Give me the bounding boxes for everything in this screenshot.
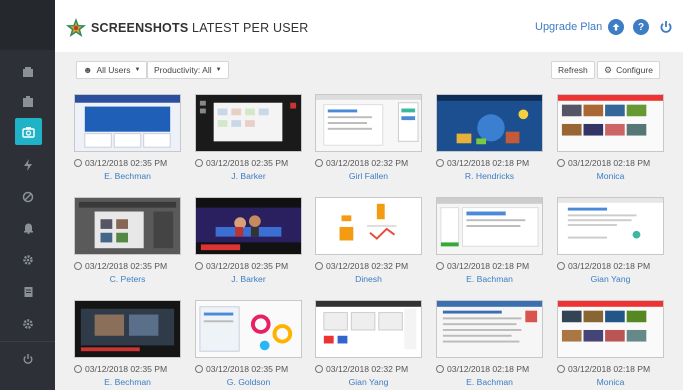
screenshot-timestamp: 03/12/2018 02:18 PM bbox=[436, 364, 558, 374]
user-icon: ☻ bbox=[83, 65, 93, 75]
user-link[interactable]: E. Bechman bbox=[74, 377, 181, 387]
sidebar-divider bbox=[0, 341, 55, 342]
screenshot-timestamp: 03/12/2018 02:32 PM bbox=[315, 364, 437, 374]
clock-icon bbox=[557, 159, 565, 167]
upgrade-plan-link[interactable]: Upgrade Plan bbox=[535, 21, 602, 33]
clock-icon bbox=[436, 365, 444, 373]
chevron-down-icon: ▼ bbox=[134, 67, 141, 73]
screenshot-timestamp: 03/12/2018 02:35 PM bbox=[74, 158, 196, 168]
refresh-label: Refresh bbox=[558, 65, 588, 75]
user-link[interactable]: J. Barker bbox=[195, 274, 302, 284]
settings-icon[interactable] bbox=[17, 250, 39, 270]
screenshot-timestamp: 03/12/2018 02:35 PM bbox=[74, 364, 196, 374]
screenshot-timestamp: 03/12/2018 02:18 PM bbox=[557, 261, 679, 271]
screenshot-thumbnail[interactable] bbox=[557, 94, 664, 152]
user-link[interactable]: Gian Yang bbox=[315, 377, 422, 387]
clock-icon bbox=[436, 159, 444, 167]
refresh-button[interactable]: Refresh bbox=[551, 61, 595, 79]
clock-icon bbox=[195, 159, 203, 167]
clock-icon bbox=[74, 365, 82, 373]
screenshot-timestamp: 03/12/2018 02:32 PM bbox=[315, 158, 437, 168]
screenshot-timestamp: 03/12/2018 02:18 PM bbox=[557, 364, 679, 374]
users-filter-dropdown[interactable]: ☻ All Users ▼ bbox=[76, 61, 148, 79]
user-link[interactable]: E. Bechman bbox=[74, 171, 181, 181]
page-title: SCREENSHOTS LATEST PER USER bbox=[91, 21, 309, 35]
user-link[interactable]: C. Peters bbox=[74, 274, 181, 284]
screenshot-thumbnail[interactable] bbox=[195, 300, 302, 358]
clock-icon bbox=[557, 365, 565, 373]
user-link[interactable]: R. Hendricks bbox=[436, 171, 543, 181]
screenshot-thumbnail[interactable] bbox=[315, 94, 422, 152]
user-link[interactable]: J. Barker bbox=[195, 171, 302, 181]
power-icon[interactable] bbox=[658, 19, 674, 35]
bell-icon[interactable] bbox=[17, 218, 39, 238]
clock-icon bbox=[315, 262, 323, 270]
dashboard-icon[interactable] bbox=[17, 62, 39, 82]
document-icon[interactable] bbox=[17, 282, 39, 302]
screenshot-timestamp: 03/12/2018 02:18 PM bbox=[436, 261, 558, 271]
productivity-filter-dropdown[interactable]: Productivity: All ▼ bbox=[147, 61, 229, 79]
main-content: ☻ All Users ▼ Productivity: All ▼ Refres… bbox=[55, 52, 683, 390]
user-link[interactable]: Monica bbox=[557, 171, 664, 181]
clock-icon bbox=[195, 262, 203, 270]
user-link[interactable]: Gian Yang bbox=[557, 274, 664, 284]
logo-star-icon bbox=[65, 17, 87, 39]
users-filter-label: All Users bbox=[96, 65, 131, 75]
clock-icon bbox=[557, 262, 565, 270]
screenshot-timestamp: 03/12/2018 02:18 PM bbox=[557, 158, 679, 168]
lightning-icon[interactable] bbox=[17, 155, 39, 175]
clock-icon bbox=[315, 159, 323, 167]
screenshot-timestamp: 03/12/2018 02:35 PM bbox=[74, 261, 196, 271]
user-link[interactable]: G. Goldson bbox=[195, 377, 302, 387]
clock-icon bbox=[315, 365, 323, 373]
reports-icon[interactable] bbox=[17, 92, 39, 112]
block-icon[interactable] bbox=[17, 187, 39, 207]
screenshot-thumbnail[interactable] bbox=[195, 197, 302, 255]
help-icon[interactable]: ? bbox=[633, 19, 649, 35]
gear-icon: ⚙ bbox=[604, 64, 613, 75]
clock-icon bbox=[195, 365, 203, 373]
screenshot-timestamp: 03/12/2018 02:32 PM bbox=[315, 261, 437, 271]
screenshot-thumbnail[interactable] bbox=[557, 197, 664, 255]
clock-icon bbox=[74, 159, 82, 167]
user-link[interactable]: Dinesh bbox=[315, 274, 422, 284]
arrow-up-circle-icon[interactable] bbox=[608, 19, 624, 35]
configure-label: Configure bbox=[616, 65, 653, 75]
sidebar-header bbox=[0, 0, 55, 50]
screenshot-thumbnail[interactable] bbox=[315, 300, 422, 358]
chevron-down-icon: ▼ bbox=[215, 67, 222, 73]
screenshot-thumbnail[interactable] bbox=[74, 197, 181, 255]
screenshot-thumbnail[interactable] bbox=[74, 300, 181, 358]
user-link[interactable]: E. Bachman bbox=[436, 377, 543, 387]
screenshot-thumbnail[interactable] bbox=[315, 197, 422, 255]
screenshot-thumbnail[interactable] bbox=[436, 197, 543, 255]
clock-icon bbox=[436, 262, 444, 270]
power-icon[interactable] bbox=[17, 349, 39, 369]
screenshot-thumbnail[interactable] bbox=[557, 300, 664, 358]
user-link[interactable]: Girl Fallen bbox=[315, 171, 422, 181]
clock-icon bbox=[74, 262, 82, 270]
screenshot-thumbnail[interactable] bbox=[195, 94, 302, 152]
screenshot-timestamp: 03/12/2018 02:35 PM bbox=[195, 261, 317, 271]
screenshot-timestamp: 03/12/2018 02:35 PM bbox=[195, 158, 317, 168]
sidebar bbox=[0, 0, 55, 390]
gear-icon[interactable] bbox=[17, 314, 39, 334]
screenshot-thumbnail[interactable] bbox=[436, 94, 543, 152]
screenshot-timestamp: 03/12/2018 02:18 PM bbox=[436, 158, 558, 168]
screenshot-thumbnail[interactable] bbox=[74, 94, 181, 152]
top-header: SCREENSHOTS LATEST PER USER Upgrade Plan… bbox=[55, 0, 683, 52]
screenshot-thumbnail[interactable] bbox=[436, 300, 543, 358]
screenshot-timestamp: 03/12/2018 02:35 PM bbox=[195, 364, 317, 374]
productivity-filter-label: Productivity: All bbox=[154, 65, 212, 75]
user-link[interactable]: Monica bbox=[557, 377, 664, 387]
user-link[interactable]: E. Bachman bbox=[436, 274, 543, 284]
camera-icon[interactable] bbox=[15, 118, 42, 145]
configure-button[interactable]: ⚙ Configure bbox=[597, 61, 660, 79]
